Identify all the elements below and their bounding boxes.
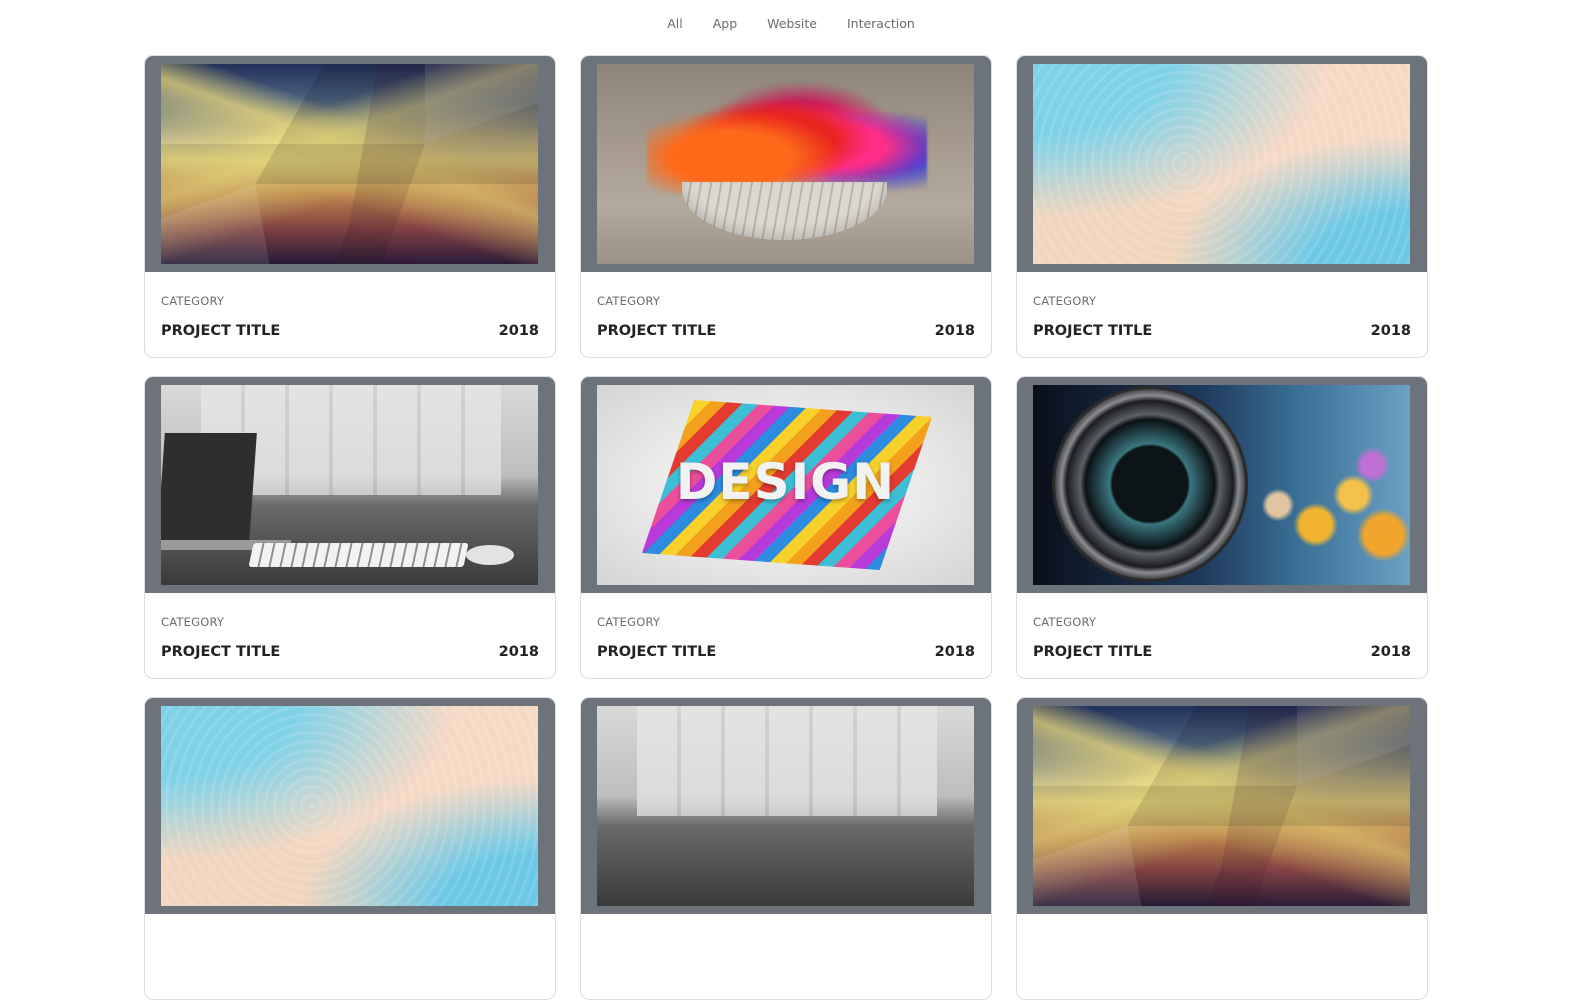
card-year: 2018 bbox=[498, 323, 539, 339]
lens-ring-shape bbox=[1055, 389, 1245, 579]
card-media bbox=[145, 56, 555, 272]
card-body: CATEGORY PROJECT TITLE 2018 bbox=[145, 272, 555, 340]
filter-all[interactable]: All bbox=[652, 16, 698, 32]
card-year: 2018 bbox=[934, 644, 975, 660]
project-image-low-poly[interactable] bbox=[161, 64, 538, 264]
card-media bbox=[145, 377, 555, 593]
filter-website[interactable]: Website bbox=[752, 16, 832, 32]
card-category: CATEGORY bbox=[161, 615, 225, 629]
project-image-desk[interactable] bbox=[597, 706, 974, 906]
project-image-low-poly[interactable] bbox=[1033, 706, 1410, 906]
card-title-row: PROJECT TITLE 2018 bbox=[597, 643, 975, 661]
card-title-row: PROJECT TITLE 2018 bbox=[597, 322, 975, 340]
card-category: CATEGORY bbox=[161, 294, 225, 308]
card-category: CATEGORY bbox=[1033, 294, 1097, 308]
card-year: 2018 bbox=[934, 323, 975, 339]
card-category: CATEGORY bbox=[597, 294, 661, 308]
mouse-shape bbox=[466, 545, 514, 565]
card-year: 2018 bbox=[1370, 323, 1411, 339]
laptop-shape bbox=[161, 433, 257, 543]
card-media bbox=[1017, 56, 1427, 272]
card-title-row: PROJECT TITLE 2018 bbox=[1033, 322, 1411, 340]
project-card[interactable]: DESIGN CATEGORY PROJECT TITLE 2018 bbox=[580, 376, 992, 679]
project-image-pastel-texture[interactable] bbox=[1033, 64, 1410, 264]
card-media bbox=[1017, 698, 1427, 914]
project-card[interactable] bbox=[144, 697, 556, 1000]
card-title-row: PROJECT TITLE 2018 bbox=[161, 643, 539, 661]
card-media bbox=[145, 698, 555, 914]
project-card[interactable]: CATEGORY PROJECT TITLE 2018 bbox=[144, 55, 556, 358]
card-title-row: PROJECT TITLE 2018 bbox=[161, 322, 539, 340]
card-category: CATEGORY bbox=[597, 615, 661, 629]
card-title[interactable]: PROJECT TITLE bbox=[161, 643, 280, 661]
card-title-row: PROJECT TITLE 2018 bbox=[1033, 643, 1411, 661]
project-card[interactable]: CATEGORY PROJECT TITLE 2018 bbox=[580, 55, 992, 358]
portfolio-grid: CATEGORY PROJECT TITLE 2018 CATEGORY PRO… bbox=[144, 55, 1428, 1000]
filter-interaction[interactable]: Interaction bbox=[832, 16, 930, 32]
card-media: DESIGN bbox=[581, 377, 991, 593]
design-word: DESIGN bbox=[675, 453, 896, 511]
card-category: CATEGORY bbox=[1033, 615, 1097, 629]
window-blinds-shape bbox=[637, 706, 937, 816]
card-body: CATEGORY PROJECT TITLE 2018 bbox=[1017, 593, 1427, 661]
project-image-brain-splash[interactable] bbox=[597, 64, 974, 264]
card-title[interactable]: PROJECT TITLE bbox=[597, 322, 716, 340]
card-title[interactable]: PROJECT TITLE bbox=[1033, 643, 1152, 661]
project-card[interactable]: CATEGORY PROJECT TITLE 2018 bbox=[144, 376, 556, 679]
card-body: CATEGORY PROJECT TITLE 2018 bbox=[581, 593, 991, 661]
project-image-camera-lens[interactable] bbox=[1033, 385, 1410, 585]
paint-splash-shape bbox=[647, 74, 927, 194]
card-title[interactable]: PROJECT TITLE bbox=[161, 322, 280, 340]
keyboard-shape bbox=[248, 543, 469, 567]
project-image-design[interactable]: DESIGN bbox=[597, 385, 974, 585]
card-title[interactable]: PROJECT TITLE bbox=[597, 643, 716, 661]
project-card[interactable] bbox=[580, 697, 992, 1000]
card-body: CATEGORY PROJECT TITLE 2018 bbox=[1017, 272, 1427, 340]
portfolio-filter-nav: All App Website Interaction bbox=[0, 16, 1582, 32]
card-media bbox=[581, 56, 991, 272]
card-media bbox=[1017, 377, 1427, 593]
card-title[interactable]: PROJECT TITLE bbox=[1033, 322, 1152, 340]
card-year: 2018 bbox=[498, 644, 539, 660]
card-body: CATEGORY PROJECT TITLE 2018 bbox=[581, 272, 991, 340]
card-media bbox=[581, 698, 991, 914]
project-card[interactable]: CATEGORY PROJECT TITLE 2018 bbox=[1016, 376, 1428, 679]
brain-shape bbox=[682, 182, 887, 240]
project-image-desk[interactable] bbox=[161, 385, 538, 585]
card-year: 2018 bbox=[1370, 644, 1411, 660]
project-image-pastel-texture[interactable] bbox=[161, 706, 538, 906]
project-card[interactable] bbox=[1016, 697, 1428, 1000]
card-body: CATEGORY PROJECT TITLE 2018 bbox=[145, 593, 555, 661]
filter-app[interactable]: App bbox=[698, 16, 752, 32]
project-card[interactable]: CATEGORY PROJECT TITLE 2018 bbox=[1016, 55, 1428, 358]
